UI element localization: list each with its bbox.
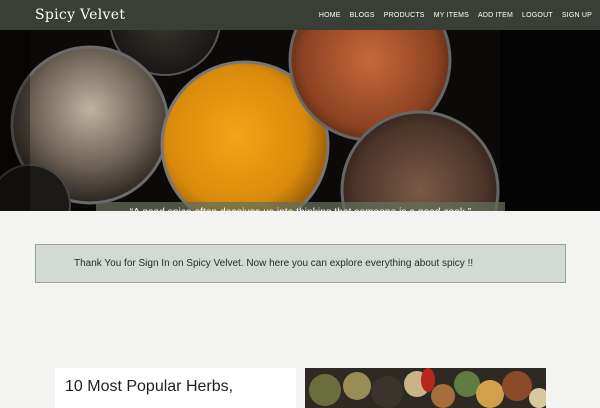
nav-sign-up[interactable]: SIGN UP: [562, 12, 592, 19]
hero-carousel[interactable]: “A good spice often deceives us into thi…: [0, 30, 600, 211]
blog-card[interactable]: 10 Most Popular Herbs,: [55, 368, 296, 408]
spices-bowls-image: [305, 368, 546, 408]
nav-blogs[interactable]: BLOGS: [350, 12, 375, 19]
nav-products[interactable]: PRODUCTS: [384, 12, 425, 19]
nav-home[interactable]: HOME: [319, 12, 341, 19]
hero-spice-image: [0, 30, 600, 211]
navbar: Spicy Velvet HOME BLOGS PRODUCTS MY ITEM…: [0, 0, 600, 30]
blog-card-image: [305, 368, 546, 408]
blog-card-title: 10 Most Popular Herbs,: [65, 378, 234, 395]
nav-my-items[interactable]: MY ITEMS: [434, 12, 469, 19]
nav-logout[interactable]: LOGOUT: [522, 12, 553, 19]
alert-message: Thank You for Sign In on Spicy Velvet. N…: [74, 258, 474, 269]
brand-logo[interactable]: Spicy Velvet: [35, 7, 125, 23]
signin-alert: Thank You for Sign In on Spicy Velvet. N…: [35, 244, 566, 283]
nav-add-item[interactable]: ADD ITEM: [478, 12, 513, 19]
nav-links: HOME BLOGS PRODUCTS MY ITEMS ADD ITEM LO…: [319, 12, 592, 19]
hero-quote: “A good spice often deceives us into thi…: [96, 202, 505, 211]
